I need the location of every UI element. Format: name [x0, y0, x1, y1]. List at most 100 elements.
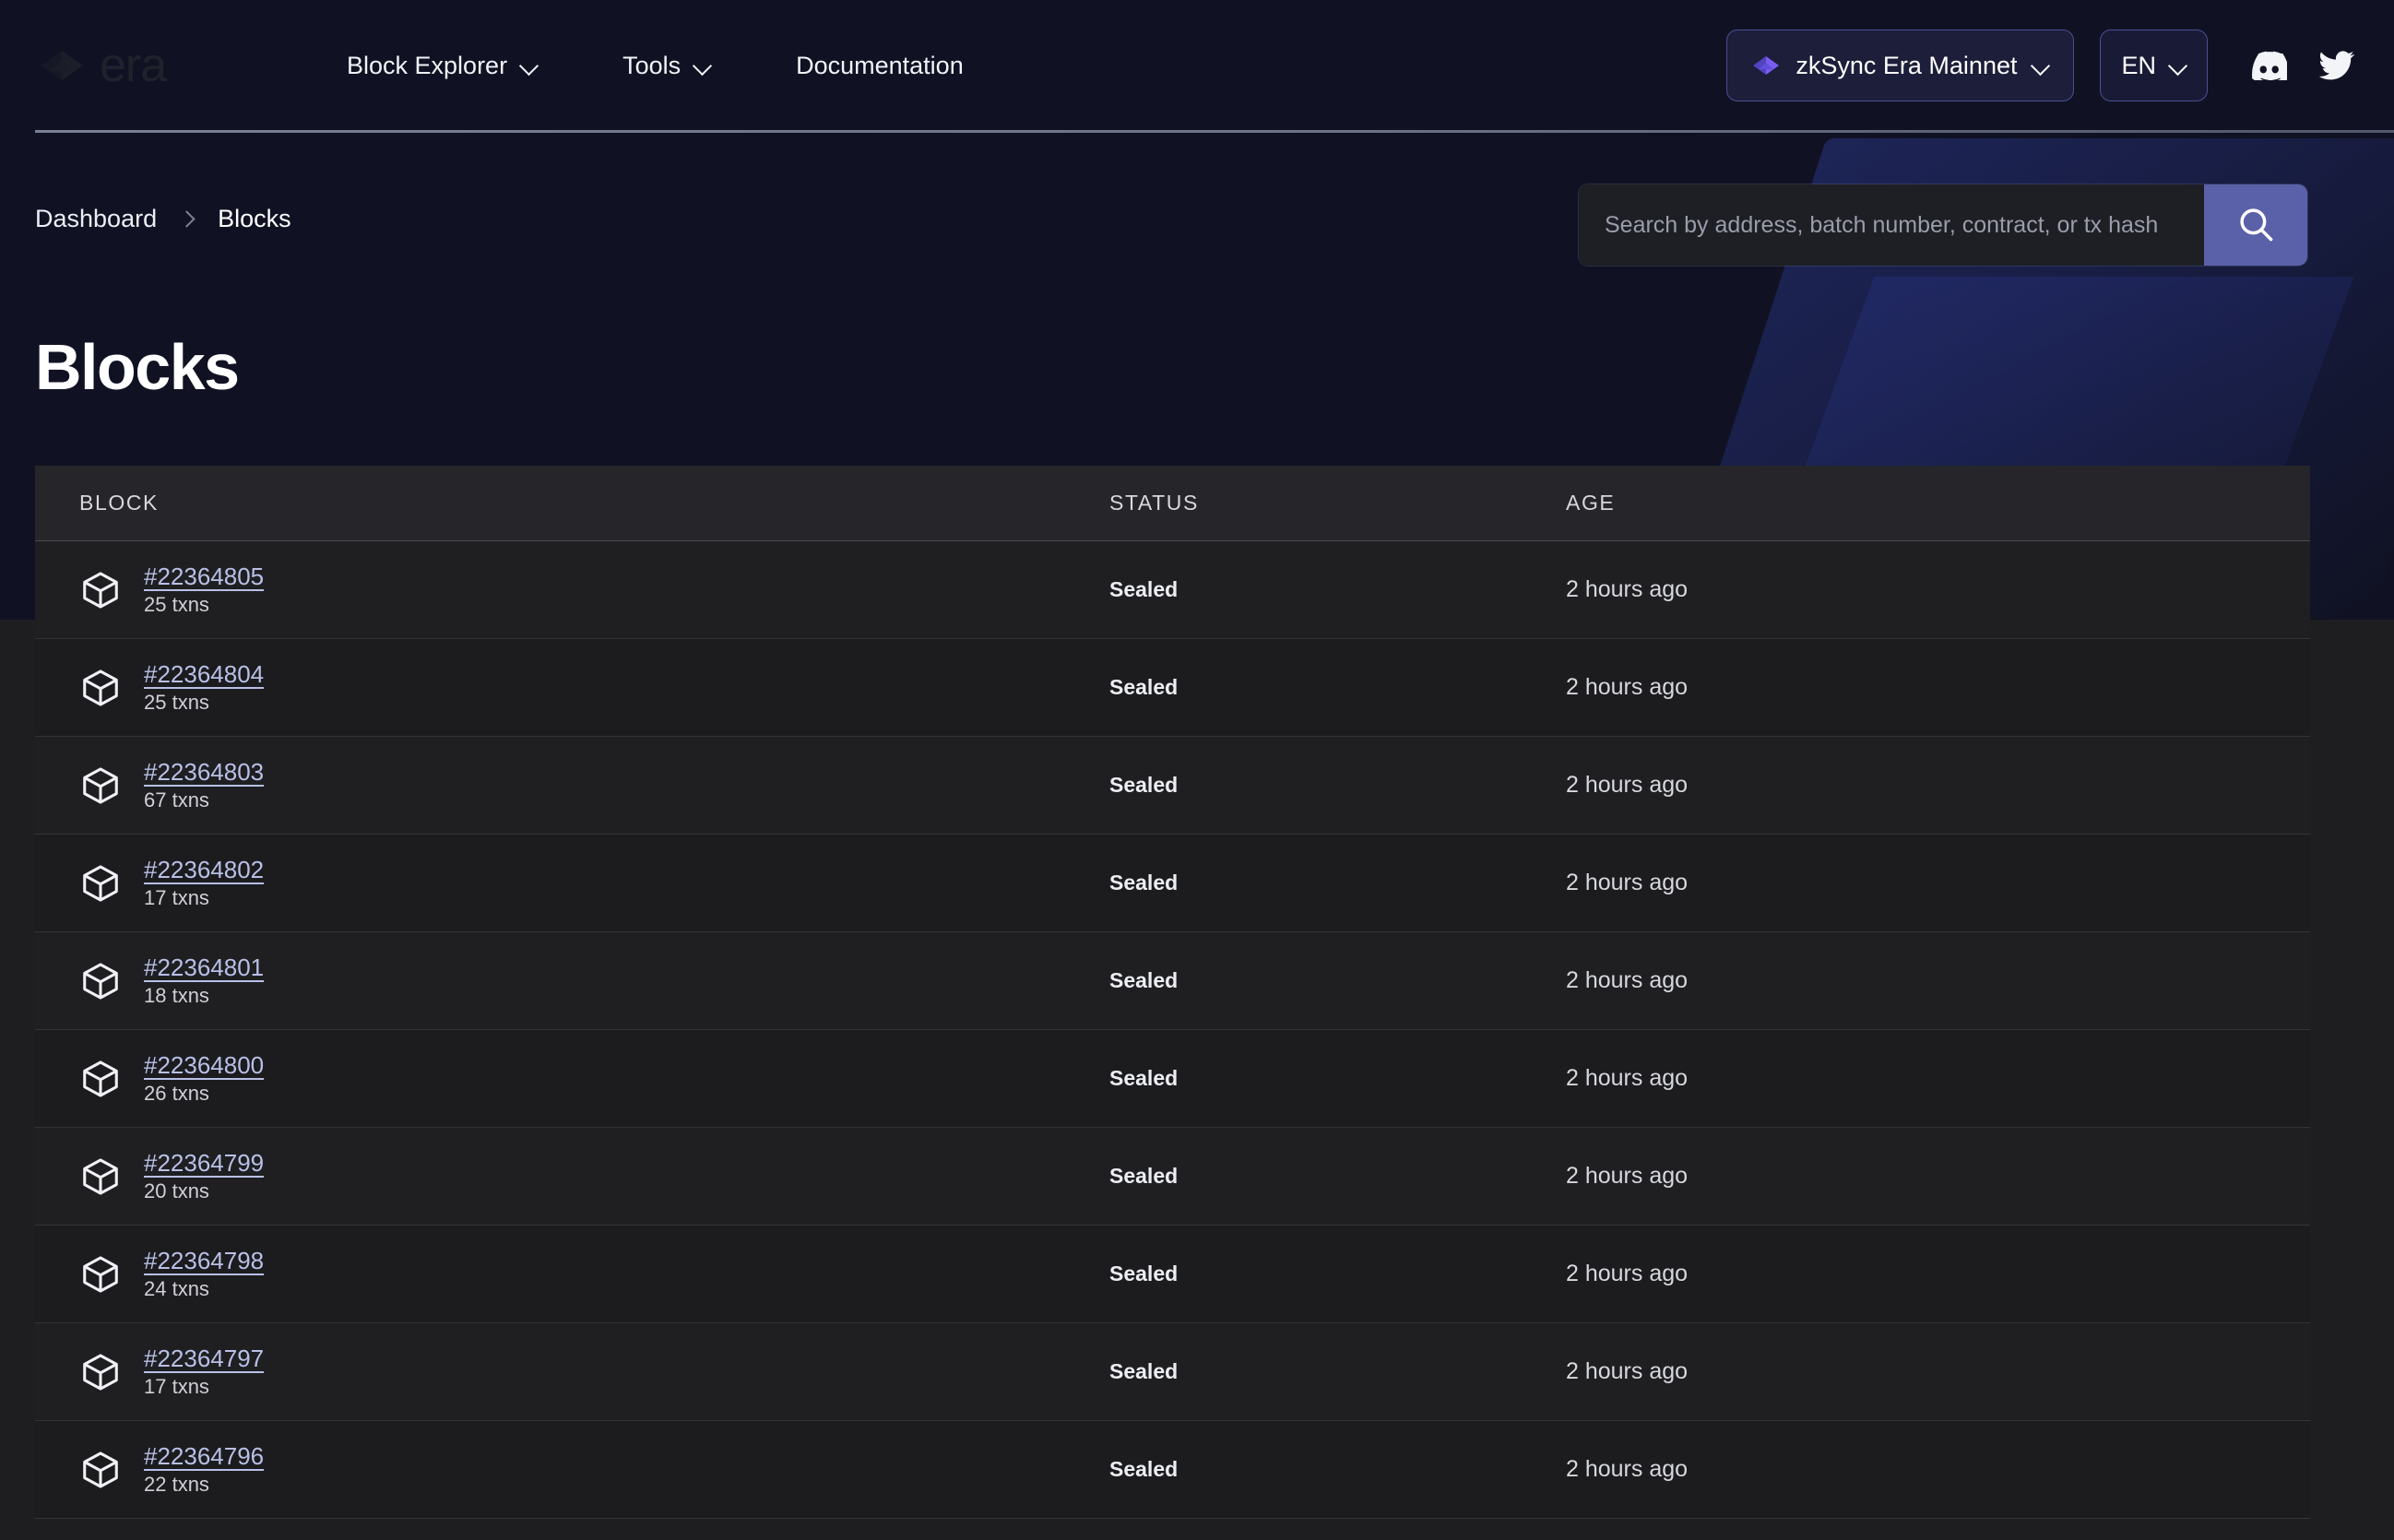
page-title: Blocks [35, 331, 240, 403]
cell-age: 2 hours ago [1566, 870, 1689, 895]
chevron-right-icon [181, 213, 194, 226]
nav-item-tools[interactable]: Tools [622, 52, 711, 80]
block-info: #22364797 17 txns [144, 1345, 264, 1399]
twitter-icon[interactable] [2318, 51, 2355, 80]
table-row[interactable]: #22364799 20 txns Sealed 2 hours ago [35, 1128, 2310, 1226]
table-header-row: BLOCK STATUS AGE [35, 466, 2310, 541]
cell-status: Sealed [1109, 577, 1179, 601]
table-body: #22364805 25 txns Sealed 2 hours ago #22… [35, 541, 2310, 1519]
block-number-link[interactable]: #22364805 [144, 563, 264, 591]
block-number-link[interactable]: #22364804 [144, 660, 264, 689]
table-row[interactable]: #22364805 25 txns Sealed 2 hours ago [35, 541, 2310, 639]
chevron-down-icon [693, 57, 711, 75]
cube-icon [79, 667, 122, 709]
nav-right-controls: zkSync Era Mainnet EN [1726, 30, 2394, 101]
block-txn-count: 67 txns [144, 788, 209, 811]
top-navigation-bar: era Block Explorer Tools Documentation z… [0, 0, 2394, 131]
block-txn-count: 20 txns [144, 1179, 209, 1202]
block-number-link[interactable]: #22364800 [144, 1051, 264, 1080]
cell-status: Sealed [1109, 1359, 1179, 1383]
zksync-logo-icon [1751, 54, 1781, 77]
search-input[interactable] [1579, 184, 2204, 266]
block-number-link[interactable]: #22364801 [144, 954, 264, 982]
block-txn-count: 25 txns [144, 593, 209, 616]
cell-status: Sealed [1109, 1164, 1179, 1188]
cube-icon [79, 1253, 122, 1296]
block-info: #22364805 25 txns [144, 563, 264, 617]
table-row[interactable]: #22364801 18 txns Sealed 2 hours ago [35, 932, 2310, 1030]
cell-block: #22364804 25 txns [35, 660, 1109, 715]
cube-icon [79, 1155, 122, 1198]
cell-age: 2 hours ago [1566, 967, 1689, 993]
table-row[interactable]: #22364800 26 txns Sealed 2 hours ago [35, 1030, 2310, 1128]
search-bar [1579, 184, 2307, 266]
cell-age: 2 hours ago [1566, 1261, 1689, 1286]
block-txn-count: 26 txns [144, 1082, 209, 1105]
column-header-block: BLOCK [79, 491, 159, 515]
zksync-logo-mark-icon [37, 47, 87, 84]
block-number-link[interactable]: #22364803 [144, 758, 264, 787]
cube-icon [79, 1449, 122, 1491]
cube-icon [79, 764, 122, 807]
table-row[interactable]: #22364798 24 txns Sealed 2 hours ago [35, 1226, 2310, 1323]
block-number-link[interactable]: #22364802 [144, 856, 264, 884]
cell-block: #22364796 22 txns [35, 1442, 1109, 1497]
cell-status: Sealed [1109, 1457, 1179, 1481]
site-logo[interactable]: era [37, 33, 314, 98]
blocks-table: BLOCK STATUS AGE #22364805 25 txns Seale… [35, 466, 2310, 1519]
header-divider [35, 130, 2394, 133]
nav-item-label: Tools [622, 51, 681, 79]
cube-icon [79, 1058, 122, 1100]
chevron-down-icon [2032, 57, 2049, 75]
cell-status: Sealed [1109, 675, 1179, 699]
block-number-link[interactable]: #22364798 [144, 1247, 264, 1275]
breadcrumb: Dashboard Blocks [35, 205, 291, 233]
nav-links: Block Explorer Tools Documentation [347, 52, 1049, 80]
chevron-down-icon [520, 57, 538, 75]
cell-status: Sealed [1109, 968, 1179, 992]
block-info: #22364800 26 txns [144, 1051, 264, 1106]
cell-age: 2 hours ago [1566, 576, 1689, 602]
block-txn-count: 18 txns [144, 984, 209, 1007]
block-number-link[interactable]: #22364796 [144, 1442, 264, 1471]
cell-status: Sealed [1109, 871, 1179, 894]
block-txn-count: 25 txns [144, 691, 209, 714]
block-info: #22364803 67 txns [144, 758, 264, 812]
table-row[interactable]: #22364802 17 txns Sealed 2 hours ago [35, 835, 2310, 932]
table-row[interactable]: #22364804 25 txns Sealed 2 hours ago [35, 639, 2310, 737]
column-header-age: AGE [1566, 491, 1616, 515]
block-txn-count: 24 txns [144, 1277, 209, 1300]
nav-item-documentation[interactable]: Documentation [796, 52, 964, 80]
cell-age: 2 hours ago [1566, 772, 1689, 798]
cell-age: 2 hours ago [1566, 674, 1689, 700]
block-number-link[interactable]: #22364799 [144, 1149, 264, 1178]
block-info: #22364798 24 txns [144, 1247, 264, 1301]
table-row[interactable]: #22364796 22 txns Sealed 2 hours ago [35, 1421, 2310, 1519]
table-row[interactable]: #22364803 67 txns Sealed 2 hours ago [35, 737, 2310, 835]
cube-icon [79, 960, 122, 1002]
search-button[interactable] [2204, 184, 2307, 266]
network-selector-label: zkSync Era Mainnet [1796, 51, 2018, 79]
block-txn-count: 22 txns [144, 1473, 209, 1496]
cell-status: Sealed [1109, 773, 1179, 797]
cell-block: #22364803 67 txns [35, 758, 1109, 812]
cell-block: #22364805 25 txns [35, 563, 1109, 617]
cube-icon [79, 1351, 122, 1393]
block-number-link[interactable]: #22364797 [144, 1345, 264, 1373]
cell-status: Sealed [1109, 1066, 1179, 1090]
language-selector-label: EN [2121, 51, 2156, 79]
breadcrumb-item-dashboard[interactable]: Dashboard [35, 205, 157, 233]
cell-block: #22364798 24 txns [35, 1247, 1109, 1301]
cell-block: #22364797 17 txns [35, 1345, 1109, 1399]
search-icon [2236, 205, 2275, 246]
network-selector[interactable]: zkSync Era Mainnet [1726, 30, 2075, 101]
block-info: #22364802 17 txns [144, 856, 264, 910]
breadcrumb-item-blocks: Blocks [218, 205, 291, 232]
cell-age: 2 hours ago [1566, 1358, 1689, 1384]
language-selector[interactable]: EN [2100, 30, 2208, 101]
chevron-down-icon [2169, 57, 2187, 75]
discord-icon[interactable] [2248, 51, 2287, 80]
nav-item-block-explorer[interactable]: Block Explorer [347, 52, 538, 80]
block-info: #22364801 18 txns [144, 954, 264, 1008]
table-row[interactable]: #22364797 17 txns Sealed 2 hours ago [35, 1323, 2310, 1421]
